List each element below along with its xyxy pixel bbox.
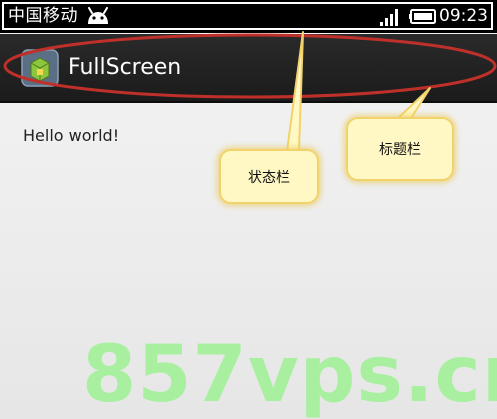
- title-bar: FullScreen: [0, 34, 497, 103]
- hello-text: Hello world!: [23, 126, 120, 145]
- signal-icon: [380, 9, 398, 26]
- android-icon: [88, 7, 108, 24]
- carrier-name: 中国移动: [8, 6, 78, 26]
- app-title: FullScreen: [68, 55, 182, 80]
- status-bar-callout-label: 状态栏: [248, 169, 290, 186]
- title-bar-callout: 标题栏: [346, 117, 454, 181]
- watermark: 857vps.cn: [82, 330, 497, 419]
- status-bar-callout: 状态栏: [219, 149, 319, 204]
- status-bar: 中国移动 09:23: [0, 0, 497, 33]
- phone-screen: 中国移动 09:23 FullScreen Hello world! 状态栏 标…: [0, 0, 497, 419]
- app-icon[interactable]: [21, 49, 59, 87]
- battery-icon: [409, 9, 436, 24]
- title-bar-callout-label: 标题栏: [379, 142, 421, 158]
- status-time: 09:23: [439, 6, 488, 26]
